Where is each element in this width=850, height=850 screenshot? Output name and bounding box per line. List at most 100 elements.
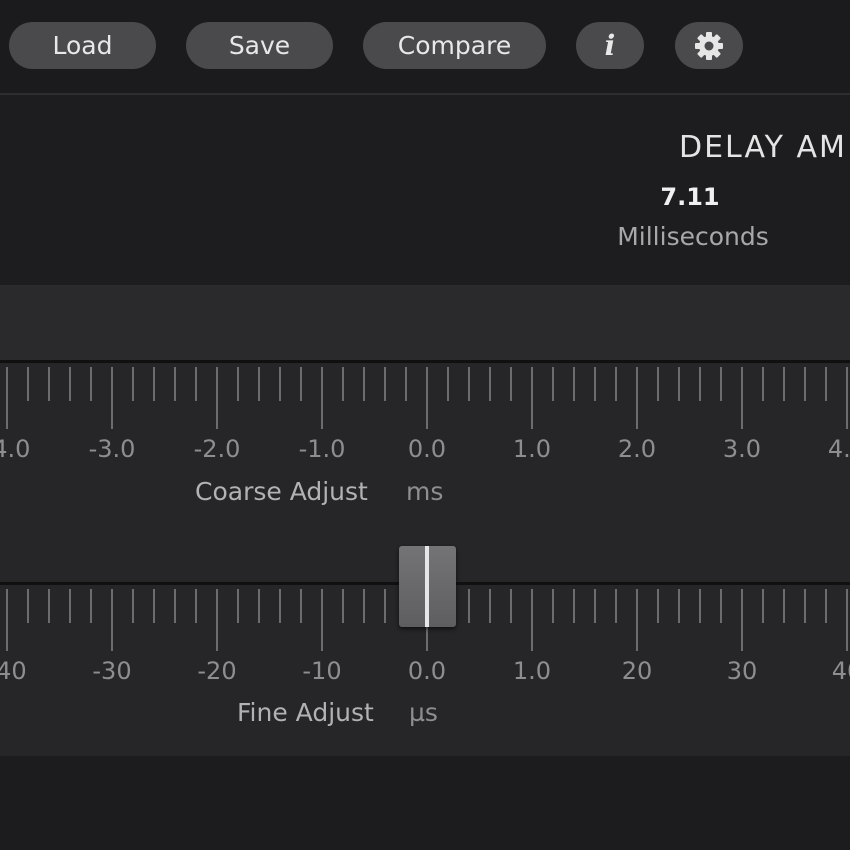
coarse-minor-tick xyxy=(237,367,239,401)
fine-major-tick xyxy=(216,589,218,651)
fine-minor-tick xyxy=(237,589,239,623)
coarse-minor-tick xyxy=(300,367,302,401)
fine-minor-tick xyxy=(69,589,71,623)
coarse-tick-label: 4.0 xyxy=(827,435,850,463)
bottom-bar xyxy=(0,756,850,850)
fine-minor-tick xyxy=(468,589,470,623)
fine-minor-tick xyxy=(762,589,764,623)
coarse-major-tick xyxy=(111,367,113,429)
coarse-minor-tick xyxy=(153,367,155,401)
fine-tick-label: -30 xyxy=(92,657,132,685)
fine-tick-label: 30 xyxy=(726,657,758,685)
coarse-minor-tick xyxy=(195,367,197,401)
coarse-major-tick xyxy=(321,367,323,429)
coarse-tick-label: 2.0 xyxy=(617,435,657,463)
coarse-minor-tick xyxy=(804,367,806,401)
fine-minor-tick xyxy=(279,589,281,623)
fine-minor-tick xyxy=(342,589,344,623)
fine-tick-label: 1.0 xyxy=(512,657,552,685)
coarse-minor-tick xyxy=(594,367,596,401)
fine-tick-label: 40 xyxy=(831,657,850,685)
fine-unit-label: µs xyxy=(409,698,438,727)
coarse-minor-tick xyxy=(405,367,407,401)
fine-minor-tick xyxy=(573,589,575,623)
coarse-minor-tick xyxy=(279,367,281,401)
coarse-minor-tick xyxy=(699,367,701,401)
fine-minor-tick xyxy=(510,589,512,623)
coarse-minor-tick xyxy=(132,367,134,401)
compare-button[interactable]: Compare xyxy=(363,22,546,69)
coarse-track[interactable] xyxy=(0,360,850,363)
fine-minor-tick xyxy=(720,589,722,623)
coarse-minor-tick xyxy=(174,367,176,401)
fine-major-tick xyxy=(636,589,638,651)
coarse-major-tick xyxy=(636,367,638,429)
fine-minor-tick xyxy=(615,589,617,623)
coarse-tick-label: 1.0 xyxy=(512,435,552,463)
coarse-major-tick xyxy=(846,367,848,429)
fine-minor-tick xyxy=(363,589,365,623)
fine-minor-tick xyxy=(384,589,386,623)
panel-header-band xyxy=(0,285,850,360)
coarse-minor-tick xyxy=(90,367,92,401)
fine-adjust-label: Fine Adjust xyxy=(237,698,374,727)
save-button[interactable]: Save xyxy=(186,22,333,69)
fine-tick-label: 0.0 xyxy=(407,657,447,685)
coarse-major-tick xyxy=(6,367,8,429)
coarse-major-tick xyxy=(741,367,743,429)
gear-icon xyxy=(695,32,723,60)
coarse-tick-label: -3.0 xyxy=(88,435,136,463)
settings-button[interactable] xyxy=(675,22,743,69)
load-button[interactable]: Load xyxy=(9,22,156,69)
fader-center-line xyxy=(425,546,429,627)
fine-minor-tick xyxy=(699,589,701,623)
fine-minor-tick xyxy=(195,589,197,623)
fine-tick-label: -40 xyxy=(0,657,27,685)
coarse-minor-tick xyxy=(27,367,29,401)
fine-minor-tick xyxy=(90,589,92,623)
coarse-tick-label: -4.0 xyxy=(0,435,31,463)
fine-minor-tick xyxy=(657,589,659,623)
coarse-major-tick xyxy=(531,367,533,429)
coarse-minor-tick xyxy=(342,367,344,401)
fine-major-tick xyxy=(321,589,323,651)
coarse-minor-tick xyxy=(447,367,449,401)
fine-minor-tick xyxy=(174,589,176,623)
fine-minor-tick xyxy=(258,589,260,623)
coarse-minor-tick xyxy=(510,367,512,401)
fine-major-tick xyxy=(6,589,8,651)
coarse-unit-label: ms xyxy=(406,477,444,506)
fine-minor-tick xyxy=(783,589,785,623)
info-button[interactable]: i xyxy=(576,22,644,69)
fine-minor-tick xyxy=(825,589,827,623)
fine-minor-tick xyxy=(678,589,680,623)
coarse-minor-tick xyxy=(384,367,386,401)
fine-tick-label: -10 xyxy=(302,657,342,685)
coarse-minor-tick xyxy=(657,367,659,401)
fine-minor-tick xyxy=(804,589,806,623)
coarse-minor-tick xyxy=(69,367,71,401)
coarse-minor-tick xyxy=(258,367,260,401)
coarse-tick-label: 3.0 xyxy=(722,435,762,463)
fine-minor-tick xyxy=(300,589,302,623)
delay-unit: Milliseconds xyxy=(617,222,769,251)
delay-value[interactable]: 7.11 xyxy=(604,183,776,211)
coarse-adjust-label: Coarse Adjust xyxy=(195,477,368,506)
fine-minor-tick xyxy=(153,589,155,623)
coarse-scale[interactable]: -4.0 -3.0 -2.0 -1.0 0.0 1.0 2.0 3.0 4.0 xyxy=(0,367,850,467)
fine-major-tick xyxy=(846,589,848,651)
fine-adjust-fader-handle[interactable] xyxy=(399,546,456,627)
coarse-minor-tick xyxy=(615,367,617,401)
fine-minor-tick xyxy=(132,589,134,623)
toolbar: Load Save Compare i xyxy=(0,0,850,95)
fine-minor-tick xyxy=(552,589,554,623)
fine-minor-tick xyxy=(48,589,50,623)
coarse-tick-label: -1.0 xyxy=(298,435,346,463)
coarse-tick-label: -2.0 xyxy=(193,435,241,463)
coarse-major-tick xyxy=(216,367,218,429)
coarse-minor-tick xyxy=(48,367,50,401)
fine-tick-label: 20 xyxy=(621,657,653,685)
fine-minor-tick xyxy=(27,589,29,623)
coarse-minor-tick xyxy=(573,367,575,401)
coarse-minor-tick xyxy=(762,367,764,401)
